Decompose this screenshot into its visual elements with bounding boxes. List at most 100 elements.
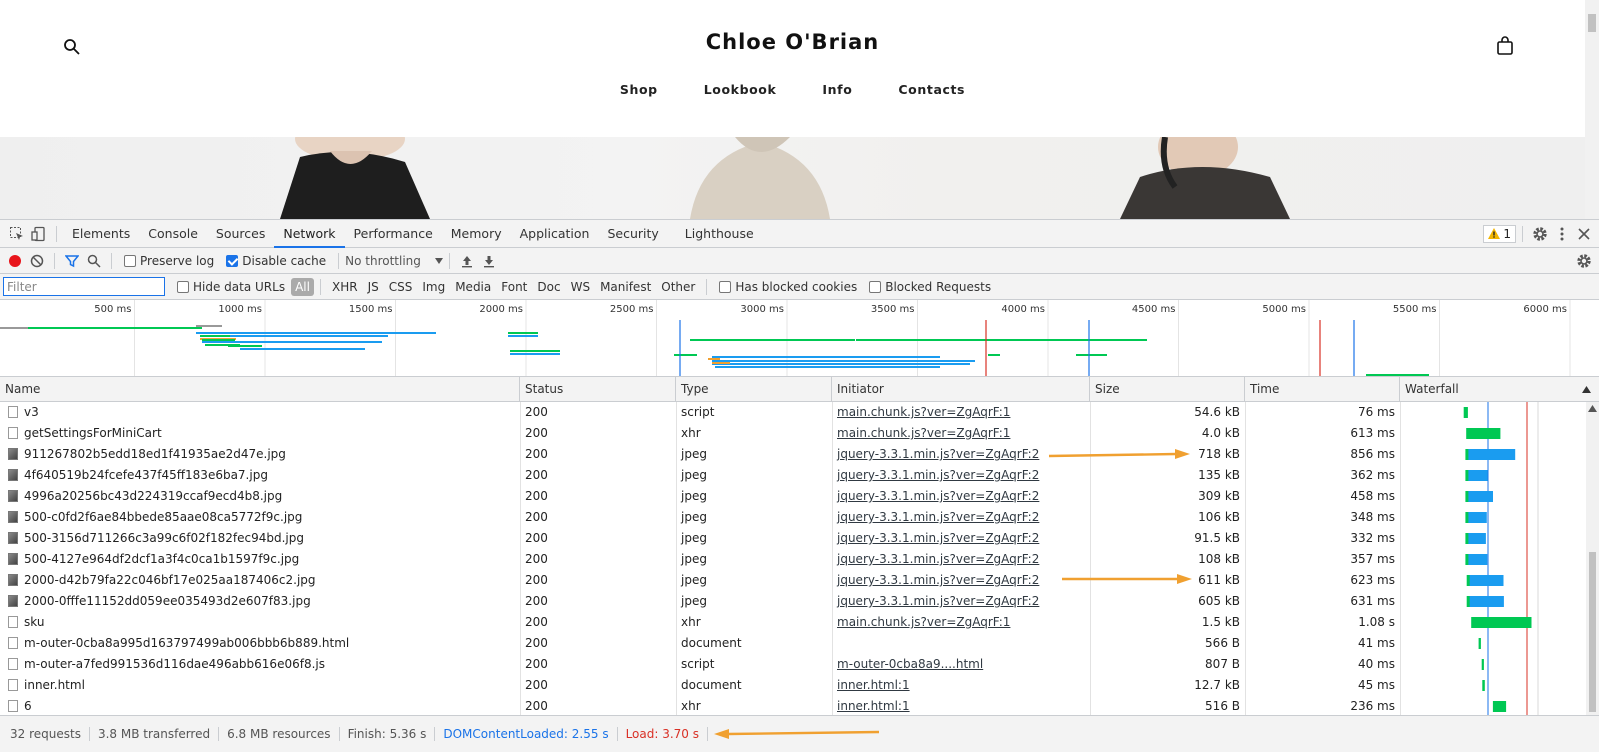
table-row[interactable]: 2000-0fffe11152dd059ee035493d2e607f83.jp… (0, 591, 1586, 612)
filter-type-all[interactable]: All (291, 277, 314, 296)
col-header-size[interactable]: Size (1090, 377, 1245, 402)
filter-funnel-icon[interactable] (61, 250, 83, 272)
col-header-time[interactable]: Time (1245, 377, 1400, 402)
inspect-element-icon[interactable] (6, 223, 28, 245)
table-row[interactable]: getSettingsForMiniCart 200 xhr main.chunk.j… (0, 423, 1586, 444)
table-row[interactable]: 2000-d42b79fa22c046bf17e025aa187406c2.jp… (0, 570, 1586, 591)
table-row[interactable]: 4996a20256bc43d224319ccaf9ecd4b8.jpg 200 j… (0, 486, 1586, 507)
tab-performance[interactable]: Performance (345, 220, 442, 248)
settings-gear-icon[interactable] (1529, 223, 1551, 245)
waterfall-bar[interactable] (1467, 470, 1488, 481)
table-row[interactable]: m-outer-0cba8a995d163797499ab006bbb6b889… (0, 633, 1586, 654)
table-row[interactable]: 500-3156d711266c3a99c6f02f182fec94bd.jpg… (0, 528, 1586, 549)
col-header-name[interactable]: Name (0, 377, 520, 402)
page-scrollbar[interactable] (1585, 0, 1599, 219)
tab-security[interactable]: Security (598, 220, 667, 248)
cell-initiator[interactable]: jquery-3.3.1.min.js?ver=ZgAqrF:2 (832, 444, 1090, 465)
tab-application[interactable]: Application (511, 220, 599, 248)
waterfall-bar[interactable] (1471, 617, 1532, 628)
blocked-requests-checkbox[interactable]: Blocked Requests (869, 280, 991, 294)
cell-initiator[interactable]: m-outer-0cba8a9....html (832, 654, 1090, 675)
filter-type-js[interactable]: JS (363, 280, 384, 294)
filter-type-font[interactable]: Font (496, 280, 532, 294)
filter-input[interactable] (3, 277, 165, 296)
waterfall-bar[interactable] (1467, 449, 1516, 460)
cell-initiator[interactable]: jquery-3.3.1.min.js?ver=ZgAqrF:2 (832, 465, 1090, 486)
waterfall-bar[interactable] (1492, 701, 1507, 712)
cell-initiator[interactable]: jquery-3.3.1.min.js?ver=ZgAqrF:2 (832, 486, 1090, 507)
throttling-select[interactable]: No throttling (345, 254, 443, 268)
table-row[interactable]: sku 200 xhr main.chunk.js?ver=ZgAqrF:1 1.5 k… (0, 612, 1586, 633)
col-header-waterfall[interactable]: Waterfall (1400, 377, 1599, 402)
table-scrollbar[interactable] (1586, 402, 1599, 715)
filter-type-other[interactable]: Other (656, 280, 700, 294)
filter-type-ws[interactable]: WS (566, 280, 595, 294)
more-options-icon[interactable] (1551, 223, 1573, 245)
export-har-icon[interactable] (478, 250, 500, 272)
cell-initiator[interactable]: jquery-3.3.1.min.js?ver=ZgAqrF:2 (832, 591, 1090, 612)
filter-type-img[interactable]: Img (417, 280, 450, 294)
cell-initiator[interactable]: jquery-3.3.1.min.js?ver=ZgAqrF:2 (832, 507, 1090, 528)
hide-data-urls-checkbox[interactable]: Hide data URLs (177, 280, 285, 294)
cell-initiator[interactable]: jquery-3.3.1.min.js?ver=ZgAqrF:2 (832, 549, 1090, 570)
scroll-up-icon[interactable] (1588, 405, 1597, 412)
site-title[interactable]: Chloe O'Brian (0, 30, 1585, 54)
network-settings-gear-icon[interactable] (1573, 250, 1595, 272)
table-row[interactable]: 500-4127e964df2dcf1a3f4c0ca1b1597f9c.jpg… (0, 549, 1586, 570)
close-devtools-icon[interactable] (1573, 223, 1595, 245)
waterfall-bar[interactable] (1467, 533, 1486, 544)
disable-cache-checkbox[interactable]: Disable cache (226, 254, 326, 268)
waterfall-bar[interactable] (1467, 554, 1488, 565)
filter-type-doc[interactable]: Doc (532, 280, 565, 294)
waterfall-bar[interactable] (1463, 407, 1468, 418)
warnings-badge[interactable]: 1 (1483, 224, 1516, 243)
col-header-initiator[interactable]: Initiator (832, 377, 1090, 402)
search-icon[interactable] (83, 250, 105, 272)
has-blocked-cookies-checkbox[interactable]: Has blocked cookies (719, 280, 857, 294)
cell-initiator[interactable]: main.chunk.js?ver=ZgAqrF:1 (832, 402, 1090, 423)
cell-initiator[interactable]: inner.html:1 (832, 696, 1090, 715)
tab-network[interactable]: Network (274, 220, 345, 248)
waterfall-bar[interactable] (1478, 638, 1481, 649)
waterfall-bar[interactable] (1468, 596, 1504, 607)
tab-sources[interactable]: Sources (207, 220, 274, 248)
waterfall-bar[interactable] (1467, 491, 1493, 502)
blocked-requests-box[interactable] (869, 280, 882, 293)
tab-console[interactable]: Console (139, 220, 207, 248)
has-blocked-cookies-box[interactable] (719, 280, 732, 293)
col-header-type[interactable]: Type (676, 377, 832, 402)
table-row[interactable]: 4f640519b24fcefe437f45ff183e6ba7.jpg 200 j… (0, 465, 1586, 486)
waterfall-bar[interactable] (1468, 575, 1504, 586)
waterfall-bar[interactable] (1466, 428, 1501, 439)
table-row[interactable]: v3 200 script main.chunk.js?ver=ZgAqrF:1 54.… (0, 402, 1586, 423)
device-toolbar-icon[interactable] (28, 223, 50, 245)
table-row[interactable]: 6 200 xhr inner.html:1 516 B 236 ms (0, 696, 1586, 715)
table-row[interactable]: 500-c0fd2f6ae84bbede85aae08ca5772f9c.jpg… (0, 507, 1586, 528)
nav-contacts[interactable]: Contacts (898, 82, 965, 97)
waterfall-bar[interactable] (1481, 659, 1484, 670)
filter-type-manifest[interactable]: Manifest (595, 280, 656, 294)
cell-initiator[interactable]: jquery-3.3.1.min.js?ver=ZgAqrF:2 (832, 528, 1090, 549)
record-button-icon[interactable] (4, 250, 26, 272)
filter-type-xhr[interactable]: XHR (327, 280, 363, 294)
waterfall-bar[interactable] (1467, 512, 1487, 523)
preserve-log-box[interactable] (124, 254, 136, 267)
import-har-icon[interactable] (456, 250, 478, 272)
cell-initiator[interactable]: main.chunk.js?ver=ZgAqrF:1 (832, 423, 1090, 444)
clear-icon[interactable] (26, 250, 48, 272)
tab-memory[interactable]: Memory (442, 220, 511, 248)
col-header-status[interactable]: Status (520, 377, 676, 402)
tab-elements[interactable]: Elements (63, 220, 139, 248)
shopping-bag-icon[interactable] (1496, 36, 1514, 56)
tab-lighthouse[interactable]: Lighthouse (676, 220, 763, 248)
preserve-log-checkbox[interactable]: Preserve log (124, 254, 214, 268)
hide-data-urls-box[interactable] (177, 280, 189, 293)
nav-shop[interactable]: Shop (620, 82, 658, 97)
filter-type-css[interactable]: CSS (384, 280, 418, 294)
nav-lookbook[interactable]: Lookbook (704, 82, 777, 97)
table-row[interactable]: 911267802b5edd18ed1f41935ae2d47e.jpg 200 j… (0, 444, 1586, 465)
nav-info[interactable]: Info (822, 82, 852, 97)
network-overview-timeline[interactable]: 500 ms 1000 ms 1500 ms 2000 ms 2500 ms 3000 m… (0, 300, 1599, 377)
cell-initiator[interactable]: main.chunk.js?ver=ZgAqrF:1 (832, 612, 1090, 633)
waterfall-bar[interactable] (1482, 680, 1485, 691)
